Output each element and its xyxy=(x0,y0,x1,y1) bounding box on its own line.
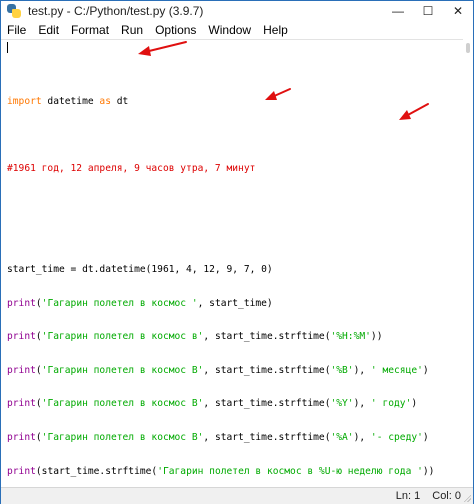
menu-window[interactable]: Window xyxy=(202,21,257,39)
code-text-segment: ), xyxy=(353,398,371,410)
menu-run[interactable]: Run xyxy=(115,21,149,39)
code-line-assign: start_time = dt.datetime(1961, 4, 12, 9,… xyxy=(7,264,434,275)
print-builtin: print xyxy=(7,331,36,343)
code-text-segment: start_time.strftime( xyxy=(41,465,158,477)
string-literal: 'Гагарин полетел в космос В' xyxy=(41,431,204,443)
format-string: '%B' xyxy=(330,364,354,376)
title-bar[interactable]: test.py - C:/Python/test.py (3.9.7) — ☐ … xyxy=(1,1,473,21)
code-text-segment: )) xyxy=(370,331,383,343)
python-icon xyxy=(6,3,22,19)
format-string: '%A' xyxy=(330,431,354,443)
window-title: test.py - C:/Python/test.py (3.9.7) xyxy=(28,4,204,18)
code-editor[interactable]: import datetime as dt #1961 год, 12 апре… xyxy=(1,39,473,487)
code-text-segment: ), xyxy=(353,364,371,376)
format-string: 'Гагарин полетел в космос в %U-ю неделю … xyxy=(157,465,423,477)
code-text-segment: ) xyxy=(411,398,418,410)
alias-name: dt xyxy=(110,96,129,107)
resize-grip-icon[interactable] xyxy=(463,494,471,502)
code-text-segment: , start_time) xyxy=(197,297,273,309)
code-line-print: print('Гагарин полетел в космос В', star… xyxy=(7,432,434,443)
string-literal: 'Гагарин полетел в космос В' xyxy=(41,364,204,376)
code-line-print: print(start_time.strftime('Гагарин полет… xyxy=(7,466,434,477)
module-name: datetime xyxy=(41,96,100,107)
status-column: Col: 0 xyxy=(432,490,461,502)
menu-file[interactable]: File xyxy=(1,21,32,39)
print-builtin: print xyxy=(7,364,36,376)
code-text-segment: ), xyxy=(353,431,371,443)
string-literal: '- среду' xyxy=(370,431,423,443)
keyword-import: import xyxy=(7,96,42,107)
string-literal: ' месяце' xyxy=(370,364,423,376)
string-literal: 'Гагарин полетел в космос в' xyxy=(41,331,204,343)
menu-format[interactable]: Format xyxy=(65,21,115,39)
format-string: '%H:%M' xyxy=(330,331,371,343)
format-string: '%Y' xyxy=(330,398,354,410)
minimize-button[interactable]: — xyxy=(383,1,413,21)
code-text-segment: ) xyxy=(422,364,429,376)
status-line: Ln: 1 xyxy=(395,490,421,502)
print-builtin: print xyxy=(7,398,36,410)
code-text-segment: , start_time.strftime( xyxy=(203,431,331,443)
menu-help[interactable]: Help xyxy=(257,21,294,39)
idle-editor-window: test.py - C:/Python/test.py (3.9.7) — ☐ … xyxy=(0,0,474,504)
code-line-print: print('Гагарин полетел в космос В', star… xyxy=(7,365,434,376)
code-text-segment: ) xyxy=(422,431,429,443)
window-controls: — ☐ ✕ xyxy=(383,1,473,21)
close-button[interactable]: ✕ xyxy=(443,1,473,21)
code-line-comment: #1961 год, 12 апреля, 9 часов утра, 7 ми… xyxy=(7,163,434,174)
code-line-print: print('Гагарин полетел в космос В', star… xyxy=(7,398,434,409)
status-bar: Ln: 1 Col: 0 xyxy=(1,487,473,504)
string-literal: ' году' xyxy=(370,398,412,410)
print-builtin: print xyxy=(7,297,36,309)
string-literal: 'Гагарин полетел в космос ' xyxy=(41,297,198,309)
string-literal: 'Гагарин полетел в космос В' xyxy=(41,398,204,410)
assign-text: start_time = dt.datetime(1961, 4, 12, 9,… xyxy=(7,263,273,275)
menu-edit[interactable]: Edit xyxy=(32,21,65,39)
menu-options[interactable]: Options xyxy=(149,21,202,39)
code-line-print: print('Гагарин полетел в космос в', star… xyxy=(7,331,434,342)
code-text-segment: , start_time.strftime( xyxy=(203,331,331,343)
print-builtin: print xyxy=(7,431,36,443)
menu-bar: File Edit Format Run Options Window Help xyxy=(1,21,473,39)
maximize-button[interactable]: ☐ xyxy=(413,1,443,21)
comment-text: #1961 год, 12 апреля, 9 часов утра, 7 ми… xyxy=(7,163,256,175)
code-line-import: import datetime as dt xyxy=(7,96,434,107)
code-text-segment: )) xyxy=(422,465,435,477)
scrollbar-thumb[interactable] xyxy=(466,43,470,53)
keyword-as: as xyxy=(99,96,111,107)
vertical-scrollbar[interactable] xyxy=(463,39,473,487)
print-builtin: print xyxy=(7,465,36,477)
code-text-segment: , start_time.strftime( xyxy=(203,398,331,410)
code-text[interactable]: import datetime as dt #1961 год, 12 апре… xyxy=(7,40,434,499)
code-text-segment: , start_time.strftime( xyxy=(203,364,331,376)
code-line-print: print('Гагарин полетел в космос ', start… xyxy=(7,298,434,309)
